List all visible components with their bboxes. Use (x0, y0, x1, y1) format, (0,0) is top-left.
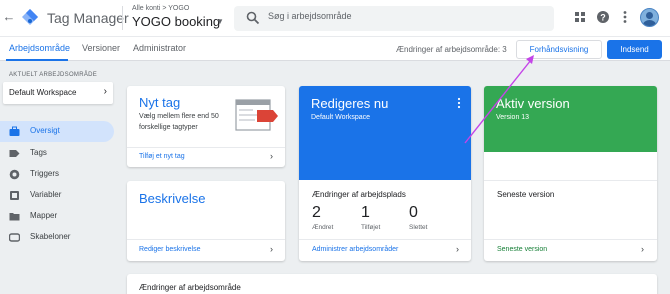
chevron-right-icon: › (270, 151, 273, 161)
container-selector[interactable]: YOGO booking (132, 14, 220, 29)
sidebar-item-label: Tags (30, 148, 47, 157)
description-card[interactable]: Beskrivelse Rediger beskrivelse › (127, 181, 285, 261)
chevron-right-icon: › (270, 244, 273, 254)
divider (299, 239, 471, 240)
sidebar-item-label: Triggers (30, 169, 60, 178)
tag-manager-logo (22, 9, 38, 25)
apps-grid-icon[interactable] (573, 10, 587, 24)
search-icon (246, 11, 260, 25)
description-title: Beskrivelse (139, 191, 206, 206)
live-version-card: Aktiv version Version 13 Seneste version… (484, 86, 657, 261)
modified-label: Ændret (312, 224, 334, 231)
briefcase-icon (9, 126, 20, 136)
divider (484, 239, 657, 240)
search-bar[interactable] (234, 6, 554, 31)
more-vert-icon[interactable] (618, 10, 632, 24)
manage-workspaces-link[interactable]: Administrer arbejdsområder (312, 246, 398, 253)
latest-version-heading: Seneste version (497, 190, 555, 199)
svg-text:?: ? (600, 13, 606, 23)
workspace-changes-heading: Ændringer af arbejdsplads (312, 190, 406, 199)
browser-tag-illustration-icon (235, 99, 278, 131)
tag-icon (9, 150, 20, 157)
new-tag-title: Nyt tag (139, 95, 181, 110)
tab-admin[interactable]: Administrator (133, 43, 186, 53)
editing-workspace-name: Default Workspace (311, 114, 371, 121)
header-divider (122, 6, 123, 30)
latest-version-link[interactable]: Seneste version (497, 246, 547, 253)
sidebar: AKTUELT ARBEJDSOMRÅDE Default Workspace … (0, 62, 118, 294)
sidebar-item-label: Variabler (30, 190, 62, 199)
editing-title: Redigeres nu (311, 96, 389, 111)
divider (127, 239, 285, 240)
added-label: Tilføjet (361, 224, 381, 231)
deleted-count: 0 (409, 204, 418, 221)
editing-workspace-card: Redigeres nu Default Workspace Ændringer… (299, 86, 471, 261)
variable-icon (10, 191, 19, 200)
preview-button[interactable]: Forhåndsvisning (516, 40, 602, 59)
back-arrow-icon[interactable]: ← (2, 9, 16, 25)
avatar[interactable] (640, 8, 659, 27)
added-count: 1 (361, 204, 370, 221)
more-vert-icon[interactable] (455, 97, 463, 109)
caret-down-icon[interactable]: ▼ (216, 17, 224, 26)
sidebar-item-tags[interactable]: Tags (0, 143, 114, 164)
trigger-icon (9, 169, 20, 180)
submit-button[interactable]: Indsend (607, 40, 662, 59)
live-version-number: Version 13 (496, 114, 530, 121)
chevron-right-icon: › (103, 86, 107, 97)
divider (484, 180, 657, 181)
sidebar-item-folders[interactable]: Mapper (0, 206, 114, 227)
app-title: Tag Manager (47, 10, 129, 26)
sidebar-item-variables[interactable]: Variabler (0, 185, 114, 206)
template-icon (9, 233, 20, 242)
active-tab-indicator (6, 59, 68, 61)
sidebar-item-label: Skabeloner (30, 232, 71, 241)
nav-bar: Arbejdsområde Versioner Administrator Æn… (0, 36, 670, 61)
tab-workspace[interactable]: Arbejdsområde (9, 43, 70, 53)
chevron-right-icon: › (641, 244, 644, 254)
new-tag-card[interactable]: Nyt tag Vælg mellem flere end 50 forskel… (127, 86, 285, 167)
breadcrumb[interactable]: Alle konti > YOGO (132, 5, 189, 12)
new-tag-description: Vælg mellem flere end 50 forskellige tag… (139, 113, 219, 131)
sidebar-item-label: Oversigt (30, 126, 60, 135)
folder-icon (9, 213, 20, 221)
sidebar-item-triggers[interactable]: Triggers (0, 164, 114, 185)
sidebar-item-overview[interactable]: Oversigt (0, 121, 114, 142)
top-bar: ← Tag Manager Alle konti > YOGO YOGO boo… (0, 0, 670, 36)
workspace-changes-card: Ændringer af arbejdsområde (127, 274, 657, 294)
edit-description-link[interactable]: Rediger beskrivelse (139, 246, 200, 253)
deleted-label: Slettet (409, 224, 428, 231)
live-title: Aktiv version (496, 96, 570, 111)
workspace-changes-count: Ændringer af arbejdsområde: 3 (396, 45, 507, 54)
chevron-right-icon: › (456, 244, 459, 254)
divider (127, 147, 285, 148)
modified-count: 2 (312, 204, 321, 221)
add-new-tag-link[interactable]: Tilføj et nyt tag (139, 153, 185, 160)
workspace-heading: AKTUELT ARBEJDSOMRÅDE (9, 72, 98, 78)
workspace-selector[interactable]: Default Workspace › (3, 82, 113, 104)
workspace-name: Default Workspace (9, 88, 77, 97)
search-input[interactable] (268, 11, 548, 21)
workspace-changes-title: Ændringer af arbejdsområde (139, 283, 241, 292)
tab-versions[interactable]: Versioner (82, 43, 120, 53)
sidebar-item-templates[interactable]: Skabeloner (0, 227, 114, 248)
help-icon[interactable]: ? (596, 10, 610, 24)
sidebar-item-label: Mapper (30, 211, 58, 220)
